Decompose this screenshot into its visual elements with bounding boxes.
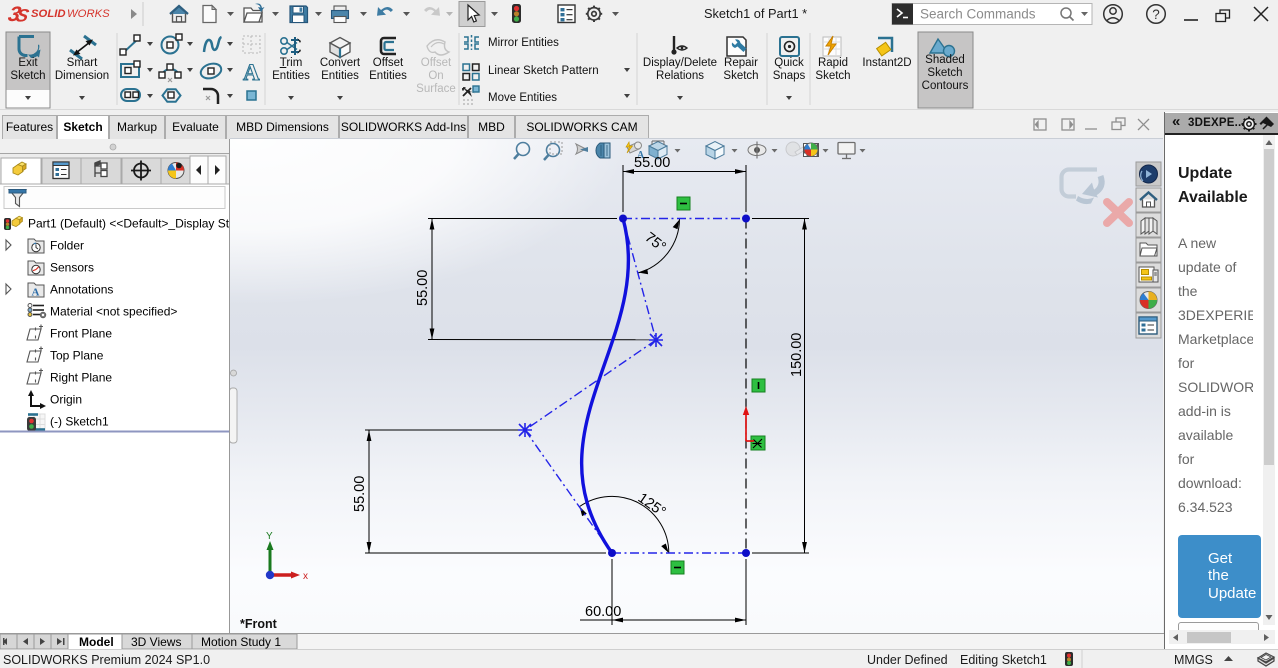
svg-text:125°: 125° xyxy=(635,490,669,520)
svg-text:Top Plane: Top Plane xyxy=(50,349,104,363)
svg-text:*Front: *Front xyxy=(240,617,278,631)
svg-text:3D Views: 3D Views xyxy=(131,635,181,649)
svg-text:(-) Sketch1: (-) Sketch1 xyxy=(50,415,109,429)
svg-text:Y: Y xyxy=(266,531,273,542)
svg-text:55.00: 55.00 xyxy=(352,476,368,512)
svg-text:?: ? xyxy=(1152,7,1160,22)
svg-text:x: x xyxy=(303,571,308,582)
svg-text:55.00: 55.00 xyxy=(415,270,431,306)
svg-text:Folder: Folder xyxy=(50,239,84,253)
svg-text:Annotations: Annotations xyxy=(50,283,113,297)
svg-text:150.00: 150.00 xyxy=(789,333,805,377)
svg-text:Front Plane: Front Plane xyxy=(50,327,112,341)
svg-text:Material <not specified>: Material <not specified> xyxy=(50,305,177,319)
svg-text:A: A xyxy=(32,287,40,299)
svg-text:Model: Model xyxy=(79,635,114,649)
svg-text:A: A xyxy=(243,60,260,85)
svg-text:Motion Study 1: Motion Study 1 xyxy=(201,635,281,649)
svg-text:Search Commands: Search Commands xyxy=(920,7,1036,22)
svg-text:Part1 (Default) <<Default>_Dis: Part1 (Default) <<Default>_Display Sta xyxy=(28,217,229,231)
svg-text:WORKS: WORKS xyxy=(67,8,110,20)
svg-text:SOLID: SOLID xyxy=(31,8,66,20)
svg-text:75°: 75° xyxy=(642,230,669,256)
svg-text:55.00: 55.00 xyxy=(634,155,670,171)
svg-text:Sensors: Sensors xyxy=(50,261,94,275)
svg-text:Origin: Origin xyxy=(50,393,82,407)
svg-text:Sketch1 of Part1 *: Sketch1 of Part1 * xyxy=(704,6,807,21)
svg-text:60.00: 60.00 xyxy=(585,604,621,620)
svg-text:Right Plane: Right Plane xyxy=(50,371,112,385)
